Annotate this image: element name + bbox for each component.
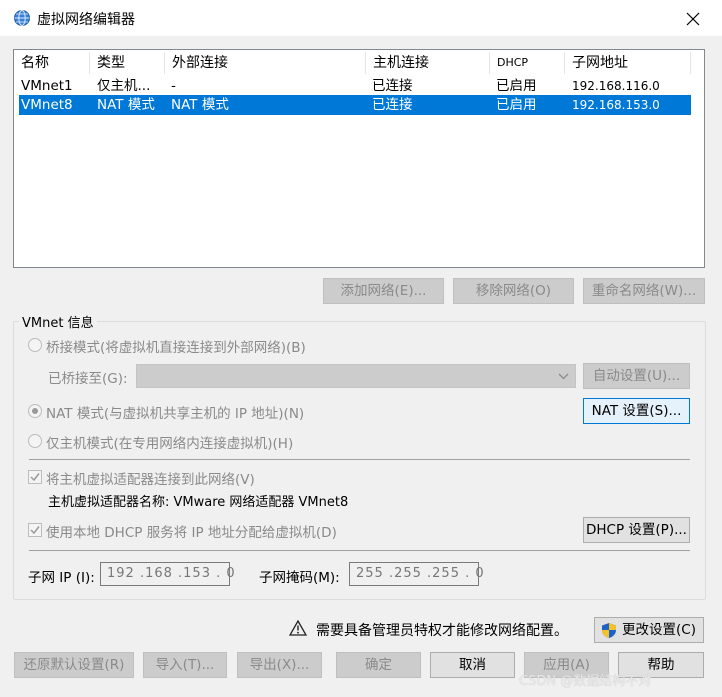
row-external: - <box>171 78 176 94</box>
host-only-radio[interactable] <box>28 434 42 448</box>
change-settings-label: 更改设置(C) <box>622 622 696 638</box>
bridged-to-select[interactable] <box>136 364 576 388</box>
table-row[interactable]: VMnet1 仅主机... - 已连接 已启用 192.168.116.0 <box>19 76 691 96</box>
change-settings-button[interactable]: 更改设置(C) <box>594 617 704 643</box>
restore-defaults-button[interactable]: 还原默认设置(R) <box>14 652 134 678</box>
auto-settings-button[interactable]: 自动设置(U)... <box>583 363 690 389</box>
bridge-mode-label: 桥接模式(将虚拟机直接连接到外部网络)(B) <box>46 340 306 356</box>
subnet-ip-field[interactable]: 192 .168 .153 . 0 <box>100 562 235 586</box>
dhcp-checkbox[interactable] <box>28 523 42 537</box>
export-button[interactable]: 导出(X)... <box>237 652 322 678</box>
close-icon <box>686 12 700 26</box>
warning-icon <box>288 619 308 640</box>
row-type: NAT 模式 <box>97 97 155 113</box>
bridge-mode-radio[interactable] <box>28 338 42 352</box>
title-bar: 虚拟网络编辑器 <box>0 0 722 36</box>
network-globe-icon <box>13 9 31 27</box>
import-button[interactable]: 导入(T)... <box>143 652 227 678</box>
uac-shield-icon <box>601 622 617 647</box>
column-header-type[interactable]: 类型 <box>90 52 165 74</box>
table-row-selected[interactable]: VMnet8 NAT 模式 NAT 模式 已连接 已启用 192.168.153… <box>19 95 691 115</box>
connect-adapter-label: 将主机虚拟适配器连接到此网络(V) <box>46 472 255 488</box>
admin-warning-text: 需要具备管理员特权才能修改网络配置。 <box>316 623 568 639</box>
column-header-host[interactable]: 主机连接 <box>366 52 490 74</box>
bridged-to-label: 已桥接至(G): <box>48 371 128 387</box>
row-type: 仅主机... <box>97 78 151 94</box>
row-name: VMnet8 <box>21 97 73 113</box>
subnet-mask-field[interactable]: 255 .255 .255 . 0 <box>349 562 484 586</box>
rename-network-button[interactable]: 重命名网络(W)... <box>583 278 705 304</box>
add-network-button[interactable]: 添加网络(E)... <box>323 278 444 304</box>
adapter-name-text: 主机虚拟适配器名称: VMware 网络适配器 VMnet8 <box>48 495 349 510</box>
dhcp-settings-button[interactable]: DHCP 设置(P)... <box>583 517 690 543</box>
row-external: NAT 模式 <box>171 97 229 113</box>
window-title: 虚拟网络编辑器 <box>37 12 135 28</box>
close-button[interactable] <box>678 6 708 32</box>
row-subnet: 192.168.116.0 <box>572 79 660 93</box>
subnet-mask-label: 子网掩码(M): <box>259 570 340 586</box>
column-header-dhcp[interactable]: DHCP <box>490 52 565 74</box>
row-name: VMnet1 <box>21 78 73 94</box>
column-header-subnet[interactable]: 子网地址 <box>565 52 691 74</box>
row-host: 已连接 <box>372 97 413 113</box>
cancel-button[interactable]: 取消 <box>430 652 515 678</box>
nat-mode-label: NAT 模式(与虚拟机共享主机的 IP 地址)(N) <box>46 406 305 422</box>
ok-button[interactable]: 确定 <box>336 652 421 678</box>
host-only-label: 仅主机模式(在专用网络内连接虚拟机)(H) <box>46 436 294 452</box>
remove-network-button[interactable]: 移除网络(O) <box>453 278 574 304</box>
nat-mode-radio[interactable] <box>28 404 42 418</box>
checkmark-icon <box>30 526 40 535</box>
row-dhcp: 已启用 <box>496 97 537 113</box>
divider <box>29 459 690 460</box>
connect-adapter-checkbox[interactable] <box>28 470 42 484</box>
row-subnet: 192.168.153.0 <box>572 98 660 112</box>
vmnet-info-label: VMnet 信息 <box>19 312 97 331</box>
dhcp-label: 使用本地 DHCP 服务将 IP 地址分配给虚拟机(D) <box>46 525 337 541</box>
nat-settings-button[interactable]: NAT 设置(S)... <box>583 398 690 424</box>
network-list[interactable]: 名称 类型 外部连接 主机连接 DHCP 子网地址 VMnet1 仅主机... … <box>13 49 705 268</box>
checkmark-icon <box>30 473 40 482</box>
column-header-name[interactable]: 名称 <box>14 52 90 74</box>
row-host: 已连接 <box>372 78 413 94</box>
watermark-text: CSDN @数据结构不对 <box>519 674 652 689</box>
chevron-down-icon <box>558 373 569 380</box>
divider <box>29 550 690 551</box>
column-header-external[interactable]: 外部连接 <box>165 52 366 74</box>
row-dhcp: 已启用 <box>496 78 537 94</box>
subnet-ip-label: 子网 IP (I): <box>28 570 95 586</box>
